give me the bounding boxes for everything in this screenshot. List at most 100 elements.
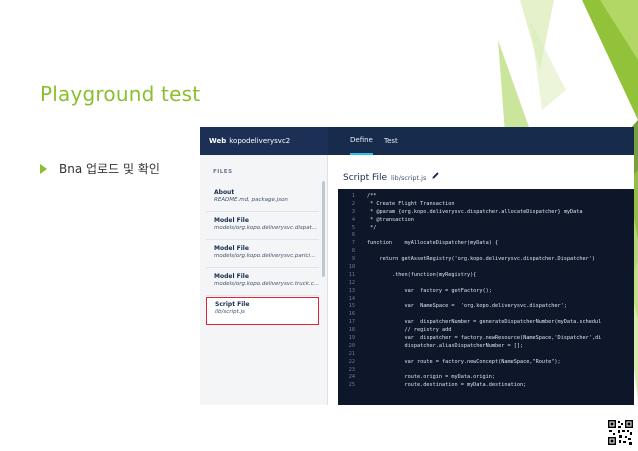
file-name: Model File <box>214 245 249 252</box>
line-number: 11 <box>348 271 355 278</box>
line-number: 13 <box>348 287 355 294</box>
line-number: 21 <box>348 350 355 357</box>
code-line: 1 /** <box>338 193 634 201</box>
line-text: dispatcher.aliasDispatcherNumber = []; <box>367 342 524 349</box>
line-text: route.destination = myData.destination; <box>367 382 527 389</box>
line-number: 19 <box>348 335 355 342</box>
code-line: 23 <box>338 367 634 375</box>
bullet-text: Bna 업로드 및 확인 <box>59 162 160 176</box>
line-number: 22 <box>348 358 355 365</box>
network-title: Web kopodeliverysvc2 <box>200 127 328 155</box>
file-item-model-truck[interactable]: Model File models/org.kopo.deliverysvc.t… <box>206 270 319 296</box>
files-sidebar: FILES About README.md, package.json Mode… <box>200 155 328 405</box>
file-name: Model File <box>214 217 249 224</box>
line-text: .then(function(myRegistry){ <box>367 271 477 278</box>
app-screenshot: Web kopodeliverysvc2 Define Test FILES A… <box>200 127 634 405</box>
line-number: 4 <box>351 216 355 223</box>
file-path: README.md, package.json <box>214 197 288 203</box>
line-number: 23 <box>348 366 355 373</box>
tab-define[interactable]: Define <box>350 127 373 155</box>
app-topbar: Web kopodeliverysvc2 Define Test <box>200 127 634 155</box>
code-editor[interactable]: 1/** 2 * Create Flight Transaction 3 * @pa… <box>338 189 634 405</box>
file-name: About <box>214 189 235 196</box>
code-line: 13 var factory = getFactory(); <box>338 288 634 296</box>
code-line: 17 var dispatcherNumber = generateDispat… <box>338 319 634 327</box>
bullet-arrow-icon <box>40 163 47 174</box>
code-line: 22 var route = factory.newConcept(NameSp… <box>338 359 634 367</box>
line-number: 15 <box>348 303 355 310</box>
line-text: var dispatcherNumber = generateDispatche… <box>367 319 602 326</box>
file-item-script[interactable]: Script File lib/script.js <box>206 297 319 325</box>
line-text: function myAllocateDispatcher(myData) { <box>367 240 499 247</box>
line-text: var factory = getFactory(); <box>367 287 492 294</box>
line-text: * @param {org.kopo.deliverysvc.dispatche… <box>367 208 583 215</box>
sidebar-scrollbar[interactable] <box>322 181 325 277</box>
code-line: 12 <box>338 280 634 288</box>
code-line: 3 * @param {org.kopo.deliverysvc.dispatc… <box>338 209 634 217</box>
code-line: 24 route.origin = myData.origin; <box>338 374 634 382</box>
pencil-icon[interactable] <box>431 171 440 180</box>
line-number: 7 <box>351 240 355 247</box>
slide: Playground test Bna 업로드 및 확인 Web kopodel… <box>0 0 638 451</box>
line-text: var NameSpace = 'org.kopo.deliverysvc.di… <box>367 303 567 310</box>
line-number: 20 <box>348 342 355 349</box>
file-path: models/org.kopo.deliverysvc.parici... <box>214 253 316 259</box>
code-line: 25 route.destination = myData.destinatio… <box>338 382 634 390</box>
file-item-about[interactable]: About README.md, package.json <box>206 186 319 212</box>
line-number: 10 <box>348 264 355 271</box>
line-number: 3 <box>351 208 355 215</box>
line-number: 17 <box>348 319 355 326</box>
code-line: 18 // registry add <box>338 327 634 335</box>
files-heading: FILES <box>213 169 233 175</box>
code-line: 7 function myAllocateDispatcher(myData) { <box>338 240 634 248</box>
qr-code-icon <box>607 419 634 446</box>
code-line: 16 <box>338 311 634 319</box>
file-path: lib/script.js <box>215 309 245 315</box>
line-number: 25 <box>348 382 355 389</box>
line-number: 12 <box>348 279 355 286</box>
line-text: */ <box>367 224 377 231</box>
tab-test[interactable]: Test <box>384 127 398 155</box>
editor-file-label: Script File <box>343 173 388 183</box>
line-number: 18 <box>348 327 355 334</box>
line-text: var route = factory.newConcept(NameSpace… <box>367 358 561 365</box>
file-item-model-participant[interactable]: Model File models/org.kopo.deliverysvc.p… <box>206 242 319 268</box>
network-name: kopodeliverysvc2 <box>229 137 291 145</box>
line-number: 1 <box>351 193 355 199</box>
code-line: 9 return getAssetRegistry('org.kopo.deli… <box>338 256 634 264</box>
line-number: 6 <box>351 232 355 239</box>
line-number: 16 <box>348 311 355 318</box>
code-line: 21 <box>338 351 634 359</box>
code-line: 19 var dispatcher = factory.newResource(… <box>338 335 634 343</box>
file-path: models/org.kopo.deliverysvc.truck.c... <box>214 281 319 287</box>
line-text: // registry add <box>367 327 452 334</box>
line-text: return getAssetRegistry('org.kopo.delive… <box>367 256 595 263</box>
code-line: 8 <box>338 248 634 256</box>
file-path: models/org.kopo.deliverysvc.dispat... <box>214 225 317 231</box>
line-number: 9 <box>351 256 355 263</box>
brand-label: Web <box>209 137 227 145</box>
file-name: Model File <box>214 273 249 280</box>
code-line: 6 <box>338 232 634 240</box>
line-text: * @transaction <box>367 216 414 223</box>
file-name: Script File <box>215 301 250 308</box>
line-text: route.origin = myData.origin; <box>367 374 496 381</box>
editor-header: Script File lib/script.js <box>343 171 440 183</box>
slide-title: Playground test <box>40 82 201 106</box>
editor-file-path: lib/script.js <box>391 174 427 182</box>
line-number: 2 <box>351 200 355 207</box>
bullet-item: Bna 업로드 및 확인 <box>40 160 160 177</box>
code-line: 20 dispatcher.aliasDispatcherNumber = []… <box>338 343 634 351</box>
code-line: 11 .then(function(myRegistry){ <box>338 272 634 280</box>
line-text: /** <box>367 193 377 199</box>
code-line: 4 * @transaction <box>338 217 634 225</box>
code-line: 14 <box>338 296 634 304</box>
line-number: 24 <box>348 374 355 381</box>
line-number: 8 <box>351 248 355 255</box>
line-text: * Create Flight Transaction <box>367 200 455 207</box>
line-number: 14 <box>348 295 355 302</box>
code-line: 2 * Create Flight Transaction <box>338 201 634 209</box>
file-item-model-dispatcher[interactable]: Model File models/org.kopo.deliverysvc.d… <box>206 214 319 240</box>
code-line: 5 */ <box>338 225 634 233</box>
editor-area: Script File lib/script.js 1 /** 2 * Create… <box>328 155 634 405</box>
